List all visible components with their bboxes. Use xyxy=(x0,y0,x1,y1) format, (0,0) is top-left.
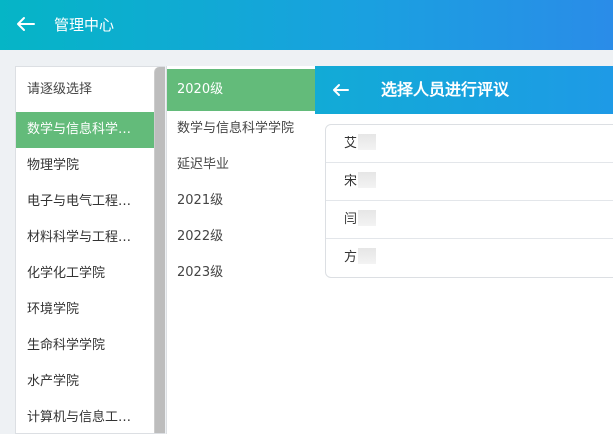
list-item-person[interactable]: 闫 xyxy=(326,201,613,239)
list-item-grade[interactable]: 2021级 xyxy=(167,183,316,219)
list-item-college[interactable]: 电子与电气工程学院 xyxy=(16,184,155,220)
list-item-grade[interactable]: 数学与信息科学学院 xyxy=(167,111,316,147)
person-list: 艾 宋 闫 方 xyxy=(325,124,613,278)
person-name: 宋 xyxy=(344,174,358,189)
person-name: 艾 xyxy=(344,136,358,151)
person-name: 方 xyxy=(344,250,358,265)
back-arrow-icon[interactable] xyxy=(329,78,353,102)
person-name: 闫 xyxy=(344,212,358,227)
list-item-college-active[interactable]: 数学与信息科学学院 xyxy=(16,112,155,148)
redacted-mask xyxy=(358,210,377,226)
evaluation-panel-title: 选择人员进行评议 xyxy=(381,80,510,99)
grade-list: 2020级 数学与信息科学学院 延迟毕业 2021级 2022级 2023级 xyxy=(166,66,316,434)
list-item-person[interactable]: 艾 xyxy=(326,125,613,163)
redacted-mask xyxy=(358,248,377,264)
list-item-college[interactable]: 环境学院 xyxy=(16,292,155,328)
list-item-college[interactable]: 材料科学与工程学院 xyxy=(16,220,155,256)
evaluation-panel-header: 选择人员进行评议 xyxy=(315,66,613,114)
redacted-mask xyxy=(358,134,377,150)
list-item-college[interactable]: 水产学院 xyxy=(16,364,155,400)
list-item-grade[interactable]: 2023级 xyxy=(167,255,316,291)
list-item-college[interactable]: 计算机与信息工程学院 xyxy=(16,400,155,433)
list-item-person[interactable]: 宋 xyxy=(326,163,613,201)
back-arrow-icon[interactable] xyxy=(12,10,40,38)
college-list-scrollbar[interactable] xyxy=(154,67,165,433)
list-item-grade[interactable]: 延迟毕业 xyxy=(167,147,316,183)
college-list: 请逐级选择 数学与信息科学学院 物理学院 电子与电气工程学院 材料科学与工程学院… xyxy=(15,66,165,434)
list-item-grade[interactable]: 2022级 xyxy=(167,219,316,255)
top-bar: 管理中心 xyxy=(0,0,613,50)
college-list-placeholder: 请逐级选择 xyxy=(27,82,93,97)
list-item-college[interactable]: 物理学院 xyxy=(16,148,155,184)
redacted-mask xyxy=(358,172,377,188)
page-title: 管理中心 xyxy=(54,16,115,34)
list-item-grade-active[interactable]: 2020级 xyxy=(167,69,316,111)
list-item-college[interactable]: 化学化工学院 xyxy=(16,256,155,292)
list-item-person[interactable]: 方 xyxy=(326,239,613,277)
evaluation-panel: 选择人员进行评议 艾 宋 闫 方 xyxy=(315,66,613,434)
list-item-college[interactable]: 生命科学学院 xyxy=(16,328,155,364)
